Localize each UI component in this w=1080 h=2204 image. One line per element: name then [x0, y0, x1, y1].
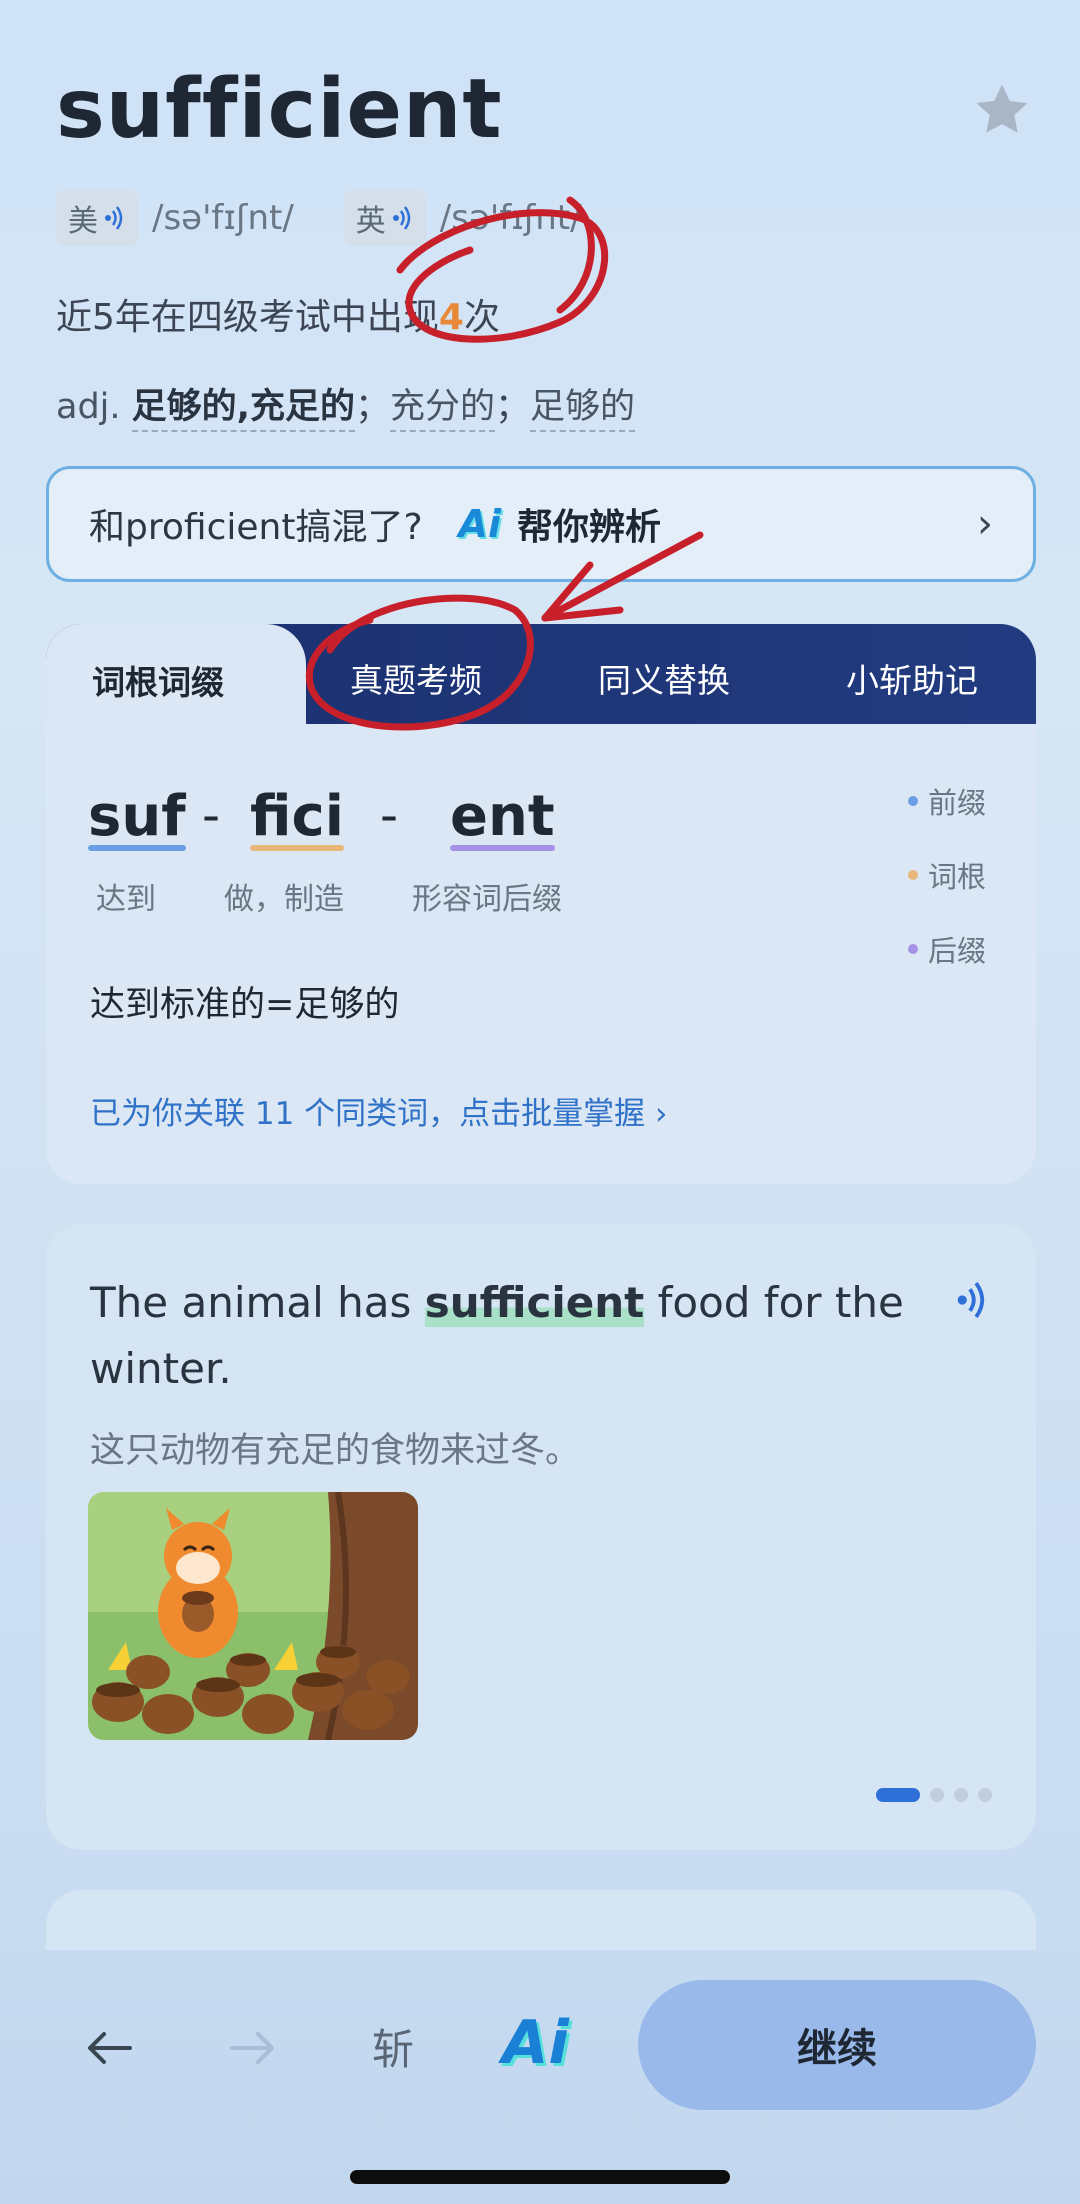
confusion-banner[interactable]: 和proficient搞混了? Ai 帮你辨析 ›	[46, 466, 1036, 582]
speaker-icon	[392, 206, 411, 230]
definition-primary[interactable]: 足够的,充足的	[131, 387, 355, 432]
example-sentence-en: The animal has sufficient food for the w…	[90, 1278, 904, 1393]
definition: adj. 足够的,充足的；充分的；足够的	[56, 378, 636, 432]
word-title: sufficient	[56, 62, 503, 157]
ai-assistant-button[interactable]: Ai	[502, 2008, 569, 2078]
star-icon[interactable]	[970, 78, 1034, 142]
definition-sense[interactable]: 充分的	[389, 387, 495, 432]
example-sentence-zh: 这只动物有充足的食物来过冬。	[90, 1431, 581, 1471]
morphology-card: 词根词缀 真题考频 同义替换 小斩助记 suf - fici - ent 达到 …	[46, 624, 1036, 1184]
squirrel-illustration[interactable]	[88, 1492, 418, 1740]
part-of-speech: adj.	[56, 387, 121, 427]
tab-root-affix[interactable]: 词根词缀	[92, 656, 224, 704]
frequency-count: 4	[438, 297, 464, 338]
highlighted-word: sufficient	[424, 1278, 645, 1327]
speaker-icon[interactable]	[956, 1280, 990, 1320]
tab-exam-frequency[interactable]: 真题考频	[350, 654, 482, 702]
speaker-icon	[105, 206, 123, 230]
pronunciation-row: 美 /sə'fɪʃnt/ 英 /sə'fɪʃnt/	[56, 190, 632, 246]
legend-root: 词根	[908, 854, 986, 896]
morpheme-separator: -	[380, 786, 399, 844]
legend-prefix: 前缀	[908, 780, 986, 822]
morpheme-meaning: 达到	[96, 882, 156, 917]
tab-mnemonic[interactable]: 小斩助记	[846, 654, 978, 702]
pron-us-ipa: /sə'fɪʃnt/	[152, 198, 294, 238]
continue-button[interactable]: 继续	[638, 1980, 1036, 2110]
pron-uk-ipa: /sə'fɪʃnt/	[439, 198, 582, 238]
bottom-bar: 斩 Ai 继续	[0, 1950, 1080, 2204]
related-words-link[interactable]: 已为你关联 11 个同类词，点击批量掌握 ›	[90, 1088, 667, 1133]
pron-us-button[interactable]: 美	[56, 190, 138, 246]
tab-synonyms[interactable]: 同义替换	[598, 654, 730, 702]
confusion-question: 和proficient搞混了?	[89, 507, 423, 548]
morpheme-separator: -	[202, 786, 221, 844]
etymology-summary: 达到标准的=足够的	[90, 985, 400, 1025]
legend-suffix: 后缀	[908, 928, 986, 970]
arrow-right-icon[interactable]	[228, 2028, 278, 2068]
confusion-action: 帮你辨析	[516, 507, 661, 548]
exam-frequency: 近5年在四级考试中出现4次	[56, 297, 500, 338]
chevron-right-icon: ›	[977, 501, 993, 547]
morpheme-meaning: 形容词后缀	[412, 882, 562, 917]
arrow-left-icon[interactable]	[84, 2028, 134, 2068]
morpheme-suffix[interactable]: ent	[450, 784, 555, 851]
example-card: The animal has sufficient food for the w…	[46, 1224, 1036, 1850]
morpheme-root[interactable]: fici	[250, 784, 344, 851]
morpheme-prefix[interactable]: suf	[88, 784, 186, 851]
zhan-button[interactable]: 斩	[372, 2016, 414, 2077]
carousel-pager[interactable]	[876, 1788, 992, 1802]
morpheme-meaning: 做，制造	[224, 882, 344, 917]
definition-sense[interactable]: 足够的	[530, 387, 636, 432]
pron-uk-button[interactable]: 英	[343, 190, 426, 246]
home-indicator[interactable]	[350, 2170, 730, 2184]
ai-icon: Ai	[458, 502, 501, 546]
